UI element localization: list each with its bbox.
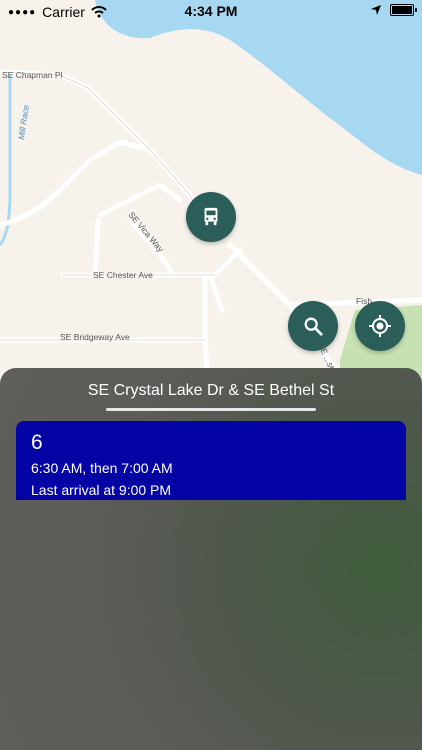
sheet-drag-handle[interactable] xyxy=(106,408,316,411)
arrival-times: 6:30 AM, then 7:00 AM xyxy=(31,460,173,476)
search-icon xyxy=(304,317,323,336)
battery-icon xyxy=(390,4,417,16)
street-label: SE Bridgeway Ave xyxy=(60,332,130,342)
bus-icon xyxy=(204,207,218,226)
route-number: 6 xyxy=(31,431,43,454)
status-time: 4:34 PM xyxy=(184,3,238,19)
bus-stop-button[interactable] xyxy=(186,192,236,242)
location-icon xyxy=(369,315,391,337)
street-label: SE Chester Ave xyxy=(93,270,153,280)
street-label: SE Chapman Pl xyxy=(2,70,63,80)
status-bar: ●●●● Carrier 4:34 PM xyxy=(0,0,422,22)
arrival-card[interactable]: 6 6:30 AM, then 7:00 AM Last arrival at … xyxy=(16,421,406,500)
search-button[interactable] xyxy=(288,301,338,351)
my-location-button[interactable] xyxy=(355,301,405,351)
stop-name: SE Crystal Lake Dr & SE Bethel St xyxy=(87,382,335,399)
location-arrow-icon xyxy=(371,5,381,15)
stop-details-sheet[interactable]: SE Crystal Lake Dr & SE Bethel St 6 6:30… xyxy=(0,368,422,750)
last-arrival: Last arrival at 9:00 PM xyxy=(31,482,172,498)
